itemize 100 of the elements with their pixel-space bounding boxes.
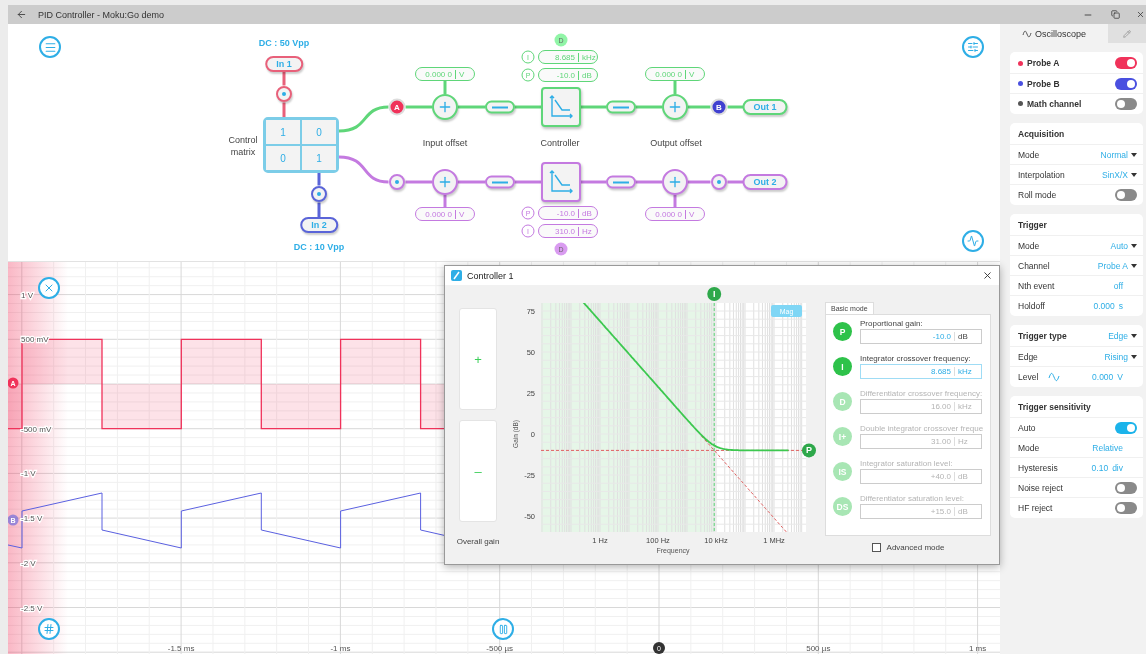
parameter-field[interactable]: +15.0 dB (860, 504, 982, 519)
summing-node[interactable] (662, 94, 688, 120)
term-toggle[interactable]: I (833, 357, 852, 376)
setting-value[interactable]: off (1113, 280, 1123, 291)
chart-button[interactable] (962, 230, 984, 252)
advanced-mode-checkbox[interactable]: Advanced mode (825, 543, 991, 552)
output-button[interactable]: Out 1 (742, 99, 788, 115)
close-icon[interactable] (1136, 10, 1145, 19)
invert-switch[interactable] (485, 100, 515, 114)
decrease-gain-button[interactable]: – (459, 420, 497, 522)
wire (581, 180, 606, 184)
proportional-handle[interactable]: P (802, 443, 816, 458)
setting-label: Roll mode (1018, 189, 1057, 200)
term-toggle[interactable]: DS (833, 497, 852, 516)
input-button[interactable]: In 2 (300, 217, 338, 233)
matrix-cell[interactable]: 1 (266, 120, 300, 144)
setting-value[interactable]: 0.000 (1093, 300, 1115, 311)
setting-value[interactable]: 0.000 (1092, 371, 1114, 382)
edit-tab[interactable] (1108, 24, 1146, 43)
summing-node[interactable] (432, 169, 458, 195)
offset-field[interactable]: 0.000 0 V (415, 67, 475, 81)
term-toggle[interactable]: IS (833, 462, 852, 481)
setting-dropdown[interactable]: Probe A (1097, 260, 1137, 271)
setting-dropdown[interactable]: Normal (1100, 149, 1137, 160)
parameter-field[interactable]: 8.685 kHz (860, 364, 982, 379)
parameter-field[interactable]: 310.0 Hz (538, 224, 598, 238)
setting-label: Auto (1018, 422, 1036, 433)
toggle-switch[interactable] (1115, 57, 1137, 69)
toggle-switch[interactable] (1115, 501, 1137, 514)
coupling-label: DC : 50 Vpp (258, 38, 310, 48)
parameter-field[interactable]: +40.0 dB (860, 469, 982, 484)
offset-field[interactable]: 0.000 0 V (645, 207, 705, 221)
back-icon[interactable] (16, 9, 27, 20)
toggle-switch[interactable] (1115, 421, 1137, 434)
matrix-cell[interactable]: 0 (302, 120, 336, 144)
axis-label: -2 V (21, 558, 36, 568)
matrix-cell[interactable]: 0 (266, 146, 300, 170)
setting-dropdown[interactable]: Edge (1108, 331, 1137, 341)
invert-switch[interactable] (606, 175, 636, 189)
integrator-handle[interactable]: I (707, 287, 722, 301)
matrix-cell[interactable]: 1 (302, 146, 336, 170)
input-button[interactable]: In 1 (265, 56, 303, 72)
term-toggle[interactable]: P (833, 322, 852, 341)
wire (673, 81, 677, 94)
parameter-field[interactable]: 31.00 Hz (860, 434, 982, 449)
restore-icon[interactable] (1111, 10, 1120, 19)
input-point[interactable] (311, 186, 327, 202)
parameter-field[interactable]: 8.685 kHz (538, 50, 598, 64)
summing-node[interactable] (432, 94, 458, 120)
graph-icon (967, 235, 979, 247)
wire (688, 180, 711, 184)
setting-label: Nth event (1018, 280, 1055, 291)
probe-point[interactable] (389, 174, 405, 190)
setting-dropdown[interactable]: Rising (1104, 351, 1137, 362)
grid-icon (43, 623, 55, 635)
toggle-switch[interactable] (1115, 77, 1137, 90)
caret-icon (1131, 243, 1137, 248)
input-point[interactable] (276, 86, 292, 102)
invert-switch[interactable] (485, 175, 515, 189)
close-icon[interactable] (982, 270, 993, 281)
toggle-switch[interactable] (1115, 188, 1137, 201)
axis-label: -1.5 V (21, 514, 43, 524)
setting-label: Edge (1018, 351, 1038, 362)
parameter-label: Proportional gain: (860, 319, 924, 329)
term-toggle[interactable]: D (833, 392, 852, 411)
setting-dropdown[interactable]: SinX/X (1102, 169, 1137, 180)
parameter-field[interactable]: -10.0 dB (860, 329, 982, 344)
caret-icon (1131, 263, 1137, 268)
invert-switch[interactable] (606, 100, 636, 114)
wire (282, 70, 286, 119)
probe-marker[interactable]: A (388, 98, 406, 116)
controller-block[interactable] (541, 162, 581, 202)
probe-point[interactable] (711, 174, 727, 190)
parameter-field[interactable]: -10.0 dB (538, 206, 598, 220)
close-icon (43, 282, 55, 294)
toggle-switch[interactable] (1115, 97, 1137, 110)
plus-icon (437, 99, 453, 115)
offset-field[interactable]: 0.000 0 V (645, 67, 705, 81)
sliders-icon (967, 41, 979, 53)
setting-value[interactable]: 0.10 (1091, 462, 1109, 473)
unit-label: div (1112, 462, 1123, 473)
menu-button[interactable] (39, 36, 61, 58)
controller-block[interactable] (541, 87, 581, 127)
increase-gain-button[interactable]: + (459, 308, 497, 410)
section-title: Trigger type (1018, 331, 1067, 341)
setting-value[interactable]: Relative (1092, 442, 1123, 453)
setting-dropdown[interactable]: Auto (1110, 240, 1137, 251)
parameter-field[interactable]: -10.0 dB (538, 68, 598, 82)
toggle-switch[interactable] (1115, 481, 1137, 494)
setting-label: Interpolation (1018, 169, 1065, 180)
parameter-field[interactable]: 16.00 kHz (860, 399, 982, 414)
section-title: Acquisition (1018, 129, 1065, 139)
offset-field[interactable]: 0.000 0 V (415, 207, 475, 221)
settings-button[interactable] (962, 36, 984, 58)
probe-label: Probe B (1027, 78, 1060, 89)
probe-marker[interactable]: B (710, 98, 728, 116)
term-toggle[interactable]: I+ (833, 427, 852, 446)
output-button[interactable]: Out 2 (742, 174, 788, 190)
summing-node[interactable] (662, 169, 688, 195)
pause-button[interactable] (492, 618, 514, 640)
